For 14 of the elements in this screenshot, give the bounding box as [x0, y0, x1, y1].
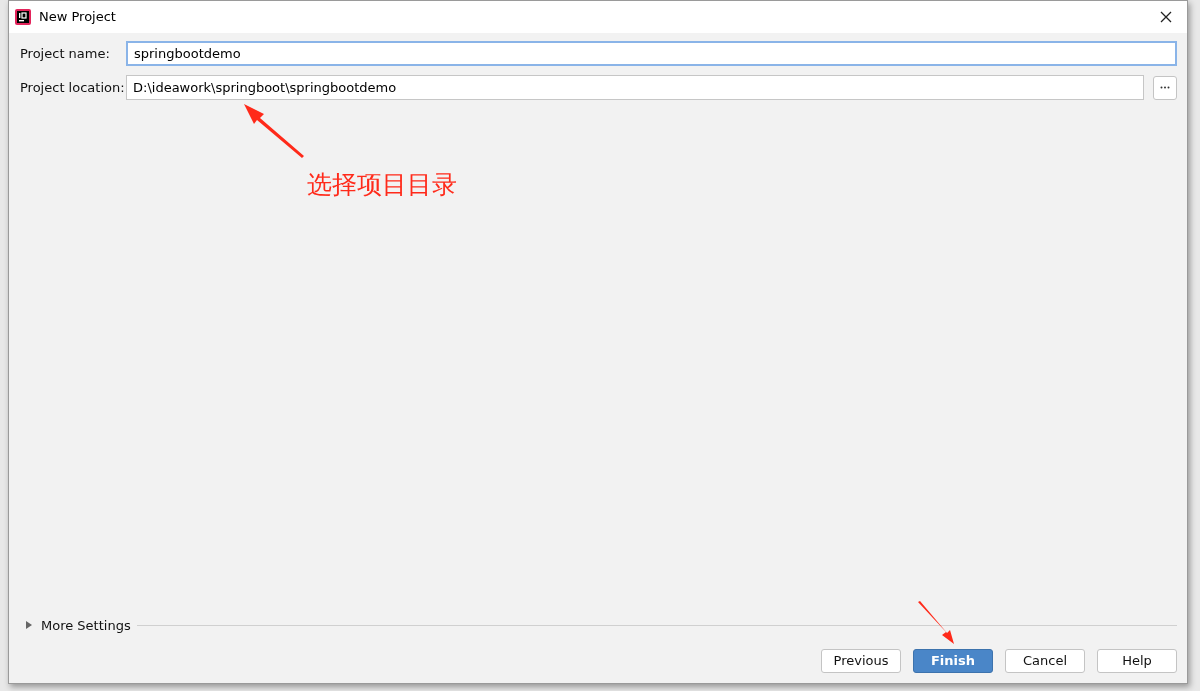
dialog-button[interactable]: Finish [913, 649, 993, 673]
annotation-text: 选择项目目录 [307, 169, 457, 201]
text-field[interactable]: D:\ideawork\springboot\springbootdemo [126, 75, 1144, 100]
dialog-button[interactable]: Help [1097, 649, 1177, 673]
expand-triangle-icon [25, 621, 33, 630]
more-settings-toggle[interactable]: More Settings [25, 615, 131, 635]
ellipsis-icon [1160, 85, 1170, 89]
field-label: Project name: [20, 44, 111, 63]
dialog-button[interactable]: Previous [821, 649, 901, 673]
dialog-button[interactable]: Cancel [1005, 649, 1085, 673]
text-field[interactable]: springbootdemo [126, 41, 1177, 66]
app-icon [15, 9, 31, 25]
window-title: New Project [39, 8, 116, 27]
close-icon [1160, 11, 1172, 23]
